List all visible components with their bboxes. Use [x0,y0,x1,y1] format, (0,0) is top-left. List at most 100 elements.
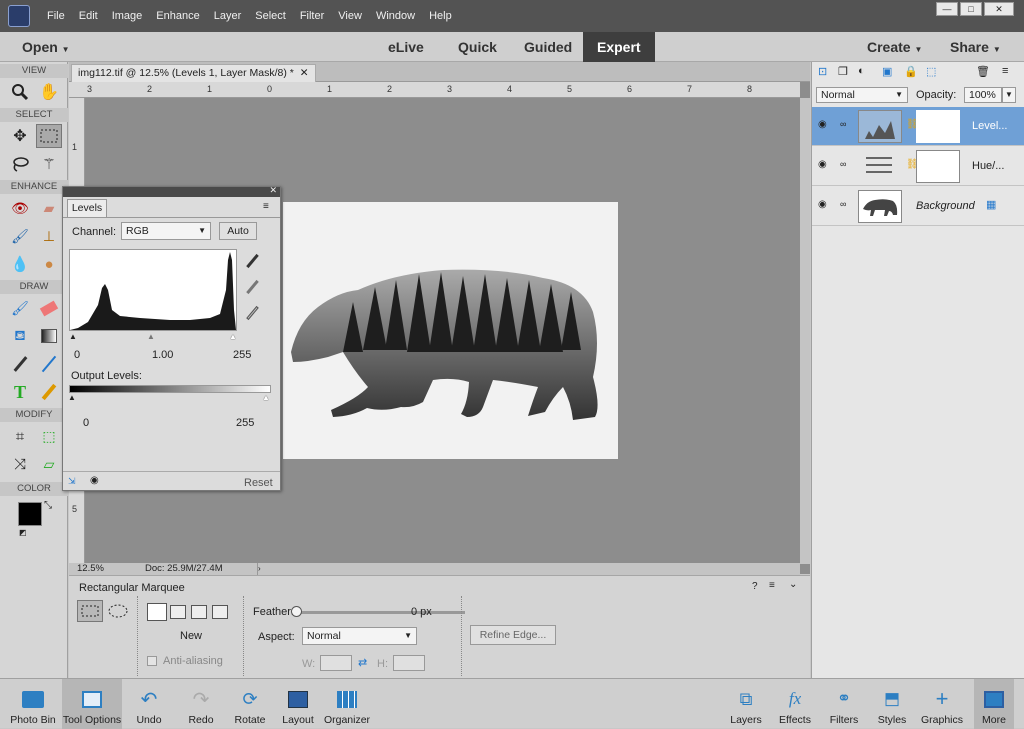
visibility-eye-icon[interactable]: ◉ [90,475,99,486]
rectangular-marquee-option[interactable] [77,600,103,622]
refine-edge-button[interactable]: Refine Edge... [470,625,556,645]
visibility-eye-icon[interactable]: ◉ [818,119,827,130]
levels-tab[interactable]: Levels [67,199,107,217]
intersect-selection-option[interactable] [212,605,228,619]
layout-button[interactable]: Layout [280,679,316,729]
canvas-image[interactable] [283,202,618,459]
options-menu-icon[interactable]: ≡ [769,580,775,591]
swap-colors-icon[interactable]: ⤡ [44,500,52,511]
panel-menu-icon[interactable]: ≡ [263,201,269,212]
blur-tool[interactable]: 💧 [7,252,33,276]
feather-value[interactable]: 0 px [411,606,432,618]
move-tool[interactable]: ✥ [7,124,33,148]
swap-dimensions-icon[interactable]: ⇄ [358,656,367,669]
vertical-scrollbar[interactable] [800,98,810,564]
styles-panel-button[interactable]: ⬒ Styles [874,679,910,729]
lock-icon[interactable]: ▦ [986,198,996,211]
add-selection-option[interactable] [170,605,186,619]
chevron-down-icon[interactable]: ▼ [1002,87,1016,103]
layer-row-background[interactable]: ◉ ∞ Background ▦ [812,187,1024,226]
elliptical-marquee-option[interactable] [107,603,129,622]
minimize-button[interactable]: — [936,2,958,16]
new-group-icon[interactable]: ❐ [838,65,848,78]
document-tab[interactable]: img112.tif @ 12.5% (Levels 1, Layer Mask… [71,64,316,82]
straighten-tool[interactable]: ▱ [36,452,62,476]
visibility-eye-icon[interactable]: ◉ [818,159,827,170]
subtract-selection-option[interactable] [191,605,207,619]
close-tab-icon[interactable]: ✕ [300,67,309,79]
input-black-slider[interactable]: ▲ [69,332,77,341]
more-panel-button[interactable]: More [974,679,1014,729]
chain-icon[interactable]: ∞ [840,159,846,169]
pencil-tool[interactable] [36,380,62,404]
menu-filter[interactable]: Filter [293,10,331,22]
menu-help[interactable]: Help [422,10,459,22]
chain-icon[interactable]: ∞ [840,119,846,129]
opacity-input[interactable]: 100% [964,87,1002,103]
trash-icon[interactable]: 🗑 [976,65,990,78]
output-black-value[interactable]: 0 [83,417,89,429]
new-layer-icon[interactable]: ⊡ [818,65,827,78]
tab-elive[interactable]: eLive [388,32,424,62]
photo-bin-button[interactable]: Photo Bin [8,679,58,729]
visibility-eye-icon[interactable]: ◉ [818,199,827,210]
white-point-eyedropper[interactable] [246,305,259,324]
line-tool[interactable] [36,352,62,376]
new-selection-option[interactable] [147,603,167,621]
antialiasing-checkbox[interactable] [147,656,157,666]
menu-select[interactable]: Select [248,10,293,22]
tab-expert[interactable]: Expert [583,32,655,62]
zoom-level[interactable]: 12.5% [77,563,104,575]
tool-options-button[interactable]: Tool Options [62,679,122,729]
auto-button[interactable]: Auto [219,222,257,240]
organizer-button[interactable]: Organizer [324,679,370,729]
tab-guided[interactable]: Guided [524,32,572,62]
sponge-tool[interactable]: ● [36,252,62,276]
lock-transparent-icon[interactable]: ⬚ [926,65,936,78]
paint-bucket-tool[interactable]: ⛾ [7,324,33,348]
aspect-select[interactable]: Normal ▼ [302,627,417,645]
clone-stamp-tool[interactable]: ⊥ [36,224,62,248]
graphics-panel-button[interactable]: + Graphics [920,679,964,729]
lock-all-icon[interactable]: 🔒 [904,65,918,78]
redo-button[interactable]: ↷ Redo [184,679,218,729]
blend-mode-select[interactable]: Normal ▼ [816,87,908,103]
output-white-slider[interactable]: ▲ [262,393,270,402]
input-white-slider[interactable]: ▲ [229,332,237,341]
close-panel-icon[interactable]: ✕ [269,185,277,196]
help-icon[interactable]: ? [752,581,758,592]
default-colors-icon[interactable]: ◩ [19,528,27,537]
input-gray-slider[interactable]: ▲ [147,332,155,341]
share-button[interactable]: Share ▼ [950,32,1001,62]
adjustment-layer-icon[interactable]: ◐ [858,65,865,77]
height-input[interactable] [393,655,425,671]
open-button[interactable]: Open ▼ [22,32,70,62]
menu-layer[interactable]: Layer [207,10,249,22]
type-tool[interactable]: T [7,380,33,404]
layer-mask-thumbnail[interactable] [916,150,960,183]
healing-brush-tool[interactable]: ▰ [36,196,62,220]
chevron-right-icon[interactable]: › [257,563,265,575]
magic-wand-tool[interactable]: ⚚ [36,152,62,176]
red-eye-tool[interactable]: 👁 [7,196,33,220]
layer-row-hue[interactable]: ◉ ∞ ⛓ Hue/... [812,147,1024,186]
input-white-value[interactable]: 255 [233,349,251,361]
filters-panel-button[interactable]: ⚭ Filters [826,679,862,729]
zoom-tool[interactable] [7,80,33,104]
menu-window[interactable]: Window [369,10,422,22]
menu-image[interactable]: Image [105,10,150,22]
gray-point-eyedropper[interactable] [246,279,259,298]
layer-row-levels[interactable]: ◉ ∞ ⛓ Level... [812,107,1024,146]
smart-brush-tool[interactable]: 🖌 [7,224,33,248]
levels-panel-header[interactable]: ✕ [63,185,280,197]
brush-tool[interactable]: 🖌 [7,296,33,320]
maximize-button[interactable]: □ [960,2,982,16]
channel-select[interactable]: RGB ▼ [121,222,211,240]
undo-button[interactable]: ↶ Undo [132,679,166,729]
lasso-tool[interactable] [7,152,33,176]
panel-menu-icon[interactable]: ≡ [1002,65,1008,77]
menu-view[interactable]: View [331,10,369,22]
layers-panel-button[interactable]: ⧉ Layers [728,679,764,729]
tab-quick[interactable]: Quick [458,32,497,62]
foreground-color-swatch[interactable] [18,502,42,526]
